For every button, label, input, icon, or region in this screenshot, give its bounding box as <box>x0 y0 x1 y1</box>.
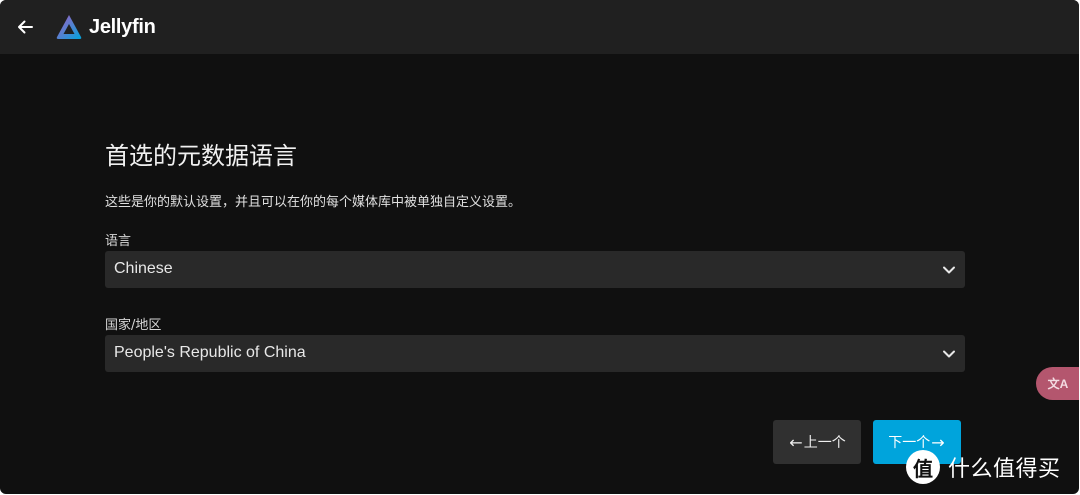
watermark-logo-icon: 值 <box>906 450 940 484</box>
watermark-text: 什么值得买 <box>948 457 1061 482</box>
arrow-left-icon <box>18 20 33 34</box>
jellyfin-logo[interactable]: Jellyfin <box>55 12 156 42</box>
jellyfin-triangle-icon <box>56 15 82 39</box>
arrow-left-icon: ← <box>789 432 803 452</box>
page-title: 首选的元数据语言 <box>105 142 297 170</box>
page-description: 这些是你的默认设置，并且可以在你的每个媒体库中被单独自定义设置。 <box>105 195 522 210</box>
brand-name: Jellyfin <box>89 15 156 38</box>
previous-button[interactable]: ← 上一个 <box>773 420 861 464</box>
country-select[interactable]: People's Republic of China <box>105 335 965 372</box>
back-button[interactable] <box>10 12 40 42</box>
chevron-down-icon <box>943 266 955 274</box>
watermark: 值 什么值得买 <box>906 447 1061 487</box>
chevron-down-icon <box>943 350 955 358</box>
app-window: Jellyfin 首选的元数据语言 这些是你的默认设置，并且可以在你的每个媒体库… <box>0 0 1079 494</box>
top-bar: Jellyfin <box>0 0 1079 54</box>
translate-icon: 文A <box>1047 377 1069 391</box>
language-select[interactable]: Chinese <box>105 251 965 288</box>
country-select-value: People's Republic of China <box>114 344 306 361</box>
language-label: 语言 <box>105 234 132 249</box>
language-select-value: Chinese <box>114 260 173 277</box>
previous-button-label: 上一个 <box>803 435 846 451</box>
translate-extension-button[interactable]: 文A <box>1036 367 1079 400</box>
country-label: 国家/地区 <box>105 318 162 333</box>
